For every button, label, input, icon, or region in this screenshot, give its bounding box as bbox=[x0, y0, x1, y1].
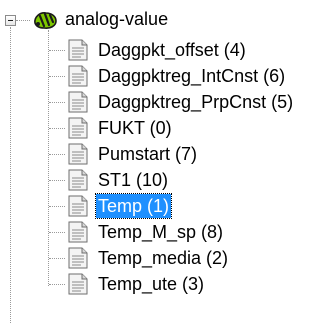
tree-line-root-stub bbox=[16, 20, 30, 21]
tree-line-children bbox=[48, 30, 49, 286]
tree-item-label[interactable]: ST1 (10) bbox=[96, 168, 170, 192]
document-icon bbox=[68, 221, 88, 243]
document-icon bbox=[68, 91, 88, 113]
tree-item[interactable]: Daggpktreg_IntCnst (6) bbox=[49, 62, 330, 88]
tree-item-label[interactable]: Temp (1) bbox=[94, 193, 173, 219]
tree-item-label[interactable]: Daggpktreg_PrpCnst (5) bbox=[96, 90, 295, 114]
tree-item-label[interactable]: Pumstart (7) bbox=[96, 142, 199, 166]
tree-item-label[interactable]: Temp_M_sp (8) bbox=[96, 220, 225, 244]
folder-puzzle-icon bbox=[34, 12, 57, 29]
tree-item[interactable]: Temp_ute (3) bbox=[49, 270, 330, 296]
tree-item-label[interactable]: Daggpktreg_IntCnst (6) bbox=[96, 64, 287, 88]
tree-item-label[interactable]: Daggpkt_offset (4) bbox=[96, 38, 248, 62]
collapse-toggle[interactable] bbox=[5, 15, 16, 26]
document-icon bbox=[68, 195, 88, 217]
tree-item[interactable]: Temp_M_sp (8) bbox=[49, 218, 330, 244]
tree-item-label[interactable]: Temp_ute (3) bbox=[96, 272, 206, 296]
tree-item[interactable]: Daggpkt_offset (4) bbox=[49, 36, 330, 62]
tree-item-label[interactable]: Temp_media (2) bbox=[96, 246, 230, 270]
document-icon bbox=[68, 273, 88, 295]
tree-item[interactable]: Temp_media (2) bbox=[49, 244, 330, 270]
document-icon bbox=[68, 117, 88, 139]
tree-root-label[interactable]: analog-value bbox=[65, 7, 168, 31]
tree-item-selected[interactable]: Temp (1) bbox=[49, 192, 330, 219]
tree-item[interactable]: FUKT (0) bbox=[49, 114, 330, 140]
tree-line-root bbox=[10, 27, 11, 323]
tree-item-label[interactable]: FUKT (0) bbox=[96, 116, 174, 140]
tree-item[interactable]: Pumstart (7) bbox=[49, 140, 330, 166]
tree-view[interactable]: analog-value Daggpkt_offset (4) Daggpktr… bbox=[0, 0, 334, 323]
document-icon bbox=[68, 143, 88, 165]
tree-item[interactable]: ST1 (10) bbox=[49, 166, 330, 192]
document-icon bbox=[68, 65, 88, 87]
document-icon bbox=[68, 169, 88, 191]
document-icon bbox=[68, 247, 88, 269]
tree-item[interactable]: Daggpktreg_PrpCnst (5) bbox=[49, 88, 330, 114]
document-icon bbox=[68, 39, 88, 61]
